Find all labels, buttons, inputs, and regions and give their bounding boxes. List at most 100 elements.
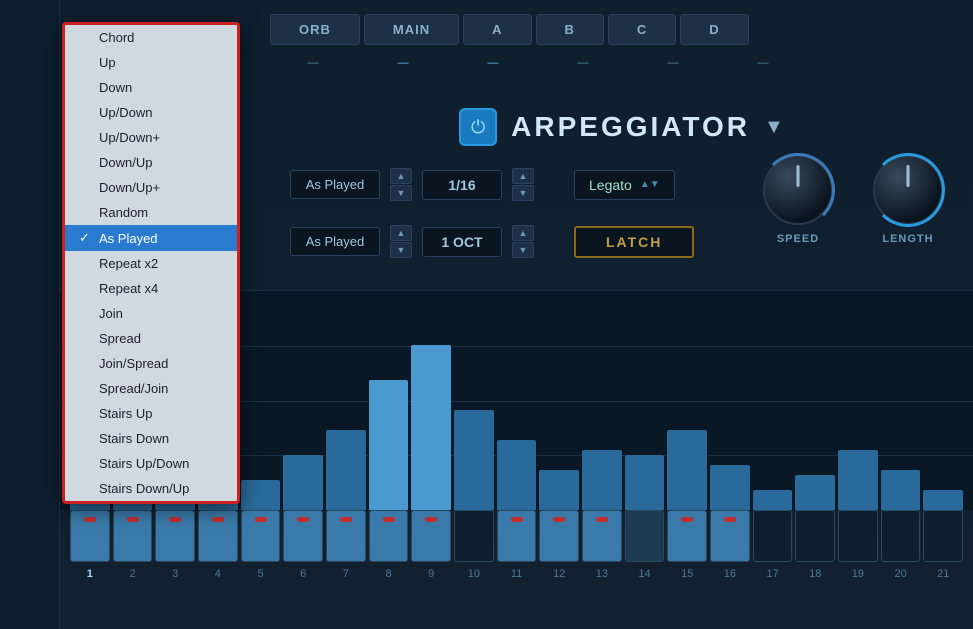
step-button-4[interactable]: [198, 510, 238, 562]
step-indicator-1: [84, 517, 96, 522]
step-button-8[interactable]: [369, 510, 409, 562]
dropdown-item-label: Down/Up: [99, 155, 152, 170]
step-indicator-12: [553, 517, 565, 522]
step-button-10[interactable]: [454, 510, 494, 562]
step-button-12[interactable]: [539, 510, 579, 562]
tab-main[interactable]: MAIN: [364, 14, 459, 45]
step-button-6[interactable]: [283, 510, 323, 562]
step-button-19[interactable]: [838, 510, 878, 562]
tab-orb[interactable]: ORB: [270, 14, 360, 45]
dropdown-item-stairs-down[interactable]: Stairs Down: [65, 426, 237, 451]
rate-down-button-2[interactable]: ▼: [512, 185, 534, 201]
tab-b[interactable]: B: [536, 14, 604, 45]
speed-knob[interactable]: [763, 155, 833, 225]
dropdown-item-up-down[interactable]: Up/Down: [65, 100, 237, 125]
tab-d[interactable]: D: [680, 14, 748, 45]
step-indicator-9: [425, 517, 437, 522]
top-nav: ORB MAIN A B C D: [270, 14, 749, 45]
seq-bar-21[interactable]: [923, 490, 963, 510]
step-button-14[interactable]: [625, 510, 665, 562]
step-button-20[interactable]: [881, 510, 921, 562]
dropdown-item-as-played[interactable]: ✓As Played: [65, 225, 237, 251]
seq-bar-7[interactable]: [326, 430, 366, 510]
dropdown-item-label: Up/Down: [99, 105, 152, 120]
dropdown-item-random[interactable]: Random: [65, 200, 237, 225]
dropdown-item-repeat-x2[interactable]: Repeat x2: [65, 251, 237, 276]
step-button-17[interactable]: [753, 510, 793, 562]
step-button-9[interactable]: [411, 510, 451, 562]
step-number-17: 17: [753, 568, 793, 580]
tab-c[interactable]: C: [608, 14, 676, 45]
oct-down-button[interactable]: ▼: [390, 242, 412, 258]
seq-bar-16[interactable]: [710, 465, 750, 510]
rate-up-button[interactable]: ▲: [390, 168, 412, 184]
dropdown-item-label: Join/Spread: [99, 356, 168, 371]
dropdown-item-label: Repeat x4: [99, 281, 158, 296]
arp-dropdown-icon[interactable]: ▼: [764, 116, 784, 139]
seq-bar-20[interactable]: [881, 470, 921, 510]
step-button-21[interactable]: [923, 510, 963, 562]
left-sidebar: [0, 0, 60, 629]
seq-bar-5[interactable]: [241, 480, 281, 510]
length-ring: [871, 153, 945, 227]
step-button-7[interactable]: [326, 510, 366, 562]
check-icon: ✓: [79, 230, 93, 246]
seq-bar-13[interactable]: [582, 450, 622, 510]
seq-bar-18[interactable]: [795, 475, 835, 510]
step-indicator-8: [383, 517, 395, 522]
seq-bar-8[interactable]: [369, 380, 409, 510]
dropdown-item-label: Repeat x2: [99, 256, 158, 271]
dropdown-item-join-spread[interactable]: Join/Spread: [65, 351, 237, 376]
step-number-6: 6: [283, 568, 323, 580]
seq-bar-12[interactable]: [539, 470, 579, 510]
seq-bar-14[interactable]: [625, 455, 665, 510]
step-number-13: 13: [582, 568, 622, 580]
dropdown-item-up[interactable]: Up: [65, 50, 237, 75]
step-button-1[interactable]: [70, 510, 110, 562]
dropdown-item-spread-join[interactable]: Spread/Join: [65, 376, 237, 401]
step-number-18: 18: [795, 568, 835, 580]
rate-up-button-2[interactable]: ▲: [512, 168, 534, 184]
dropdown-item-spread[interactable]: Spread: [65, 326, 237, 351]
power-button[interactable]: ⏻: [459, 108, 497, 146]
seq-bar-19[interactable]: [838, 450, 878, 510]
step-button-13[interactable]: [582, 510, 622, 562]
dropdown-item-stairs-up-down[interactable]: Stairs Up/Down: [65, 451, 237, 476]
seq-bar-6[interactable]: [283, 455, 323, 510]
dropdown-item-repeat-x4[interactable]: Repeat x4: [65, 276, 237, 301]
seq-bar-15[interactable]: [667, 430, 707, 510]
step-button-16[interactable]: [710, 510, 750, 562]
step-button-5[interactable]: [241, 510, 281, 562]
dropdown-item-down-up[interactable]: Down/Up: [65, 150, 237, 175]
gate-display[interactable]: Legato ▲▼: [574, 170, 675, 200]
dropdown-item-stairs-up[interactable]: Stairs Up: [65, 401, 237, 426]
oct-up-button[interactable]: ▲: [390, 225, 412, 241]
dropdown-item-down[interactable]: Down: [65, 75, 237, 100]
step-button-2[interactable]: [113, 510, 153, 562]
controls-row-2: As Played ▲ ▼ 1 OCT ▲ ▼ LATCH: [270, 225, 714, 258]
step-number-12: 12: [539, 568, 579, 580]
seq-bar-11[interactable]: [497, 440, 537, 510]
tab-indicator-a: —: [450, 57, 536, 69]
gate-value: Legato: [589, 177, 632, 193]
dropdown-item-join[interactable]: Join: [65, 301, 237, 326]
step-button-18[interactable]: [795, 510, 835, 562]
arp-header: ⏻ ARPEGGIATOR ▼: [270, 108, 973, 146]
seq-bar-10[interactable]: [454, 410, 494, 510]
length-knob[interactable]: [873, 155, 943, 225]
step-button-11[interactable]: [497, 510, 537, 562]
dropdown-item-chord[interactable]: Chord: [65, 25, 237, 50]
rate-down-button[interactable]: ▼: [390, 185, 412, 201]
dropdown-item-down-up-[interactable]: Down/Up+: [65, 175, 237, 200]
step-button-3[interactable]: [155, 510, 195, 562]
latch-button[interactable]: LATCH: [574, 226, 694, 258]
speed-label: SPEED: [777, 233, 819, 245]
oct-down-button-2[interactable]: ▼: [512, 242, 534, 258]
dropdown-item-stairs-down-up[interactable]: Stairs Down/Up: [65, 476, 237, 501]
seq-bar-9[interactable]: [411, 345, 451, 510]
dropdown-item-up-down-[interactable]: Up/Down+: [65, 125, 237, 150]
tab-a[interactable]: A: [463, 14, 531, 45]
oct-up-button-2[interactable]: ▲: [512, 225, 534, 241]
step-button-15[interactable]: [667, 510, 707, 562]
seq-bar-17[interactable]: [753, 490, 793, 510]
